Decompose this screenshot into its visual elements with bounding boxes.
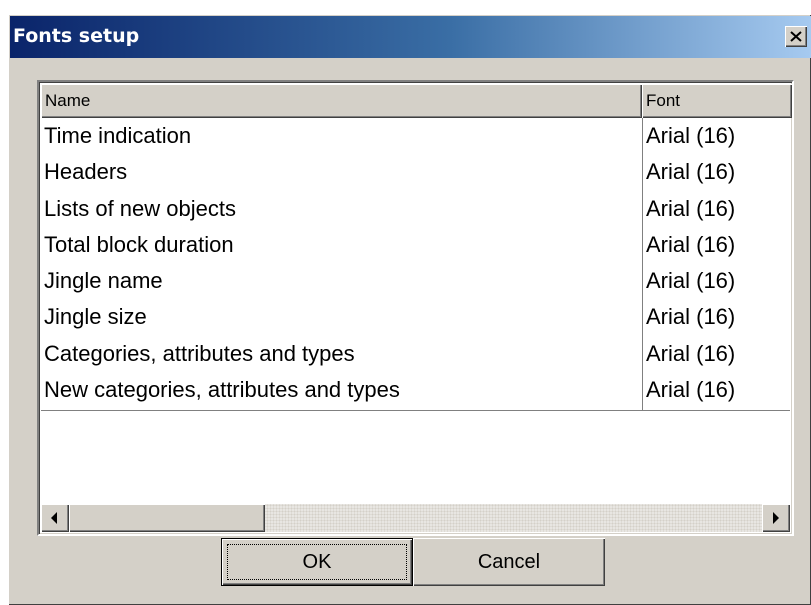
list-item[interactable]: Categories, attributes and types Arial (… <box>41 336 790 372</box>
list-item[interactable]: Lists of new objects Arial (16) <box>41 191 790 227</box>
list-header: Name Font <box>41 84 792 118</box>
item-font: Arial (16) <box>646 123 736 148</box>
scroll-right-button[interactable] <box>762 504 790 532</box>
cancel-button[interactable]: Cancel <box>413 538 605 586</box>
close-icon <box>790 31 802 42</box>
item-name: Jingle size <box>44 304 147 330</box>
list-item[interactable]: Time indication Arial (16) <box>41 118 790 154</box>
title-bar[interactable]: Fonts setup <box>10 16 811 58</box>
item-name: Headers <box>44 159 128 185</box>
focus-rectangle <box>227 544 407 580</box>
list-item[interactable]: Jingle name Arial (16) <box>41 263 790 299</box>
list-item[interactable]: New categories, attributes and types Ari… <box>41 372 790 408</box>
list-item[interactable]: Headers Arial (16) <box>41 154 790 190</box>
item-name: Categories, attributes and types <box>44 340 355 366</box>
item-name: Time indication <box>44 123 192 148</box>
item-name: Total block duration <box>44 231 234 257</box>
close-button[interactable] <box>785 26 807 47</box>
scroll-thumb[interactable] <box>69 504 265 532</box>
column-header-font[interactable]: Font <box>642 84 792 118</box>
ok-button[interactable]: OK <box>221 538 413 586</box>
horizontal-scrollbar[interactable] <box>41 504 790 532</box>
fonts-list[interactable]: Name Font Time indication Arial (16) Hea… <box>37 80 794 536</box>
cancel-button-label: Cancel <box>477 550 541 573</box>
list-rows: Time indication Arial (16) Headers Arial… <box>41 118 790 408</box>
item-name: Jingle name <box>44 268 163 294</box>
item-name: New categories, attributes and types <box>44 377 400 403</box>
item-font: Arial (16) <box>646 195 736 221</box>
fonts-setup-dialog: Fonts setup Name Font Time indication Ar… <box>8 14 811 605</box>
arrow-right-icon <box>773 512 779 524</box>
arrow-left-icon <box>51 512 57 524</box>
item-font: Arial (16) <box>646 377 736 403</box>
item-font: Arial (16) <box>646 268 736 294</box>
list-item[interactable]: Jingle size Arial (16) <box>41 299 790 335</box>
scroll-left-button[interactable] <box>41 504 69 532</box>
item-font: Arial (16) <box>646 340 736 366</box>
item-name: Lists of new objects <box>44 195 236 221</box>
item-font: Arial (16) <box>646 159 736 185</box>
dialog-title: Fonts setup <box>13 25 140 47</box>
item-font: Arial (16) <box>646 304 736 330</box>
rows-bottom-line <box>41 410 790 411</box>
list-item[interactable]: Total block duration Arial (16) <box>41 227 790 263</box>
column-header-name[interactable]: Name <box>41 84 642 118</box>
item-font: Arial (16) <box>646 231 736 257</box>
column-divider <box>642 118 643 410</box>
